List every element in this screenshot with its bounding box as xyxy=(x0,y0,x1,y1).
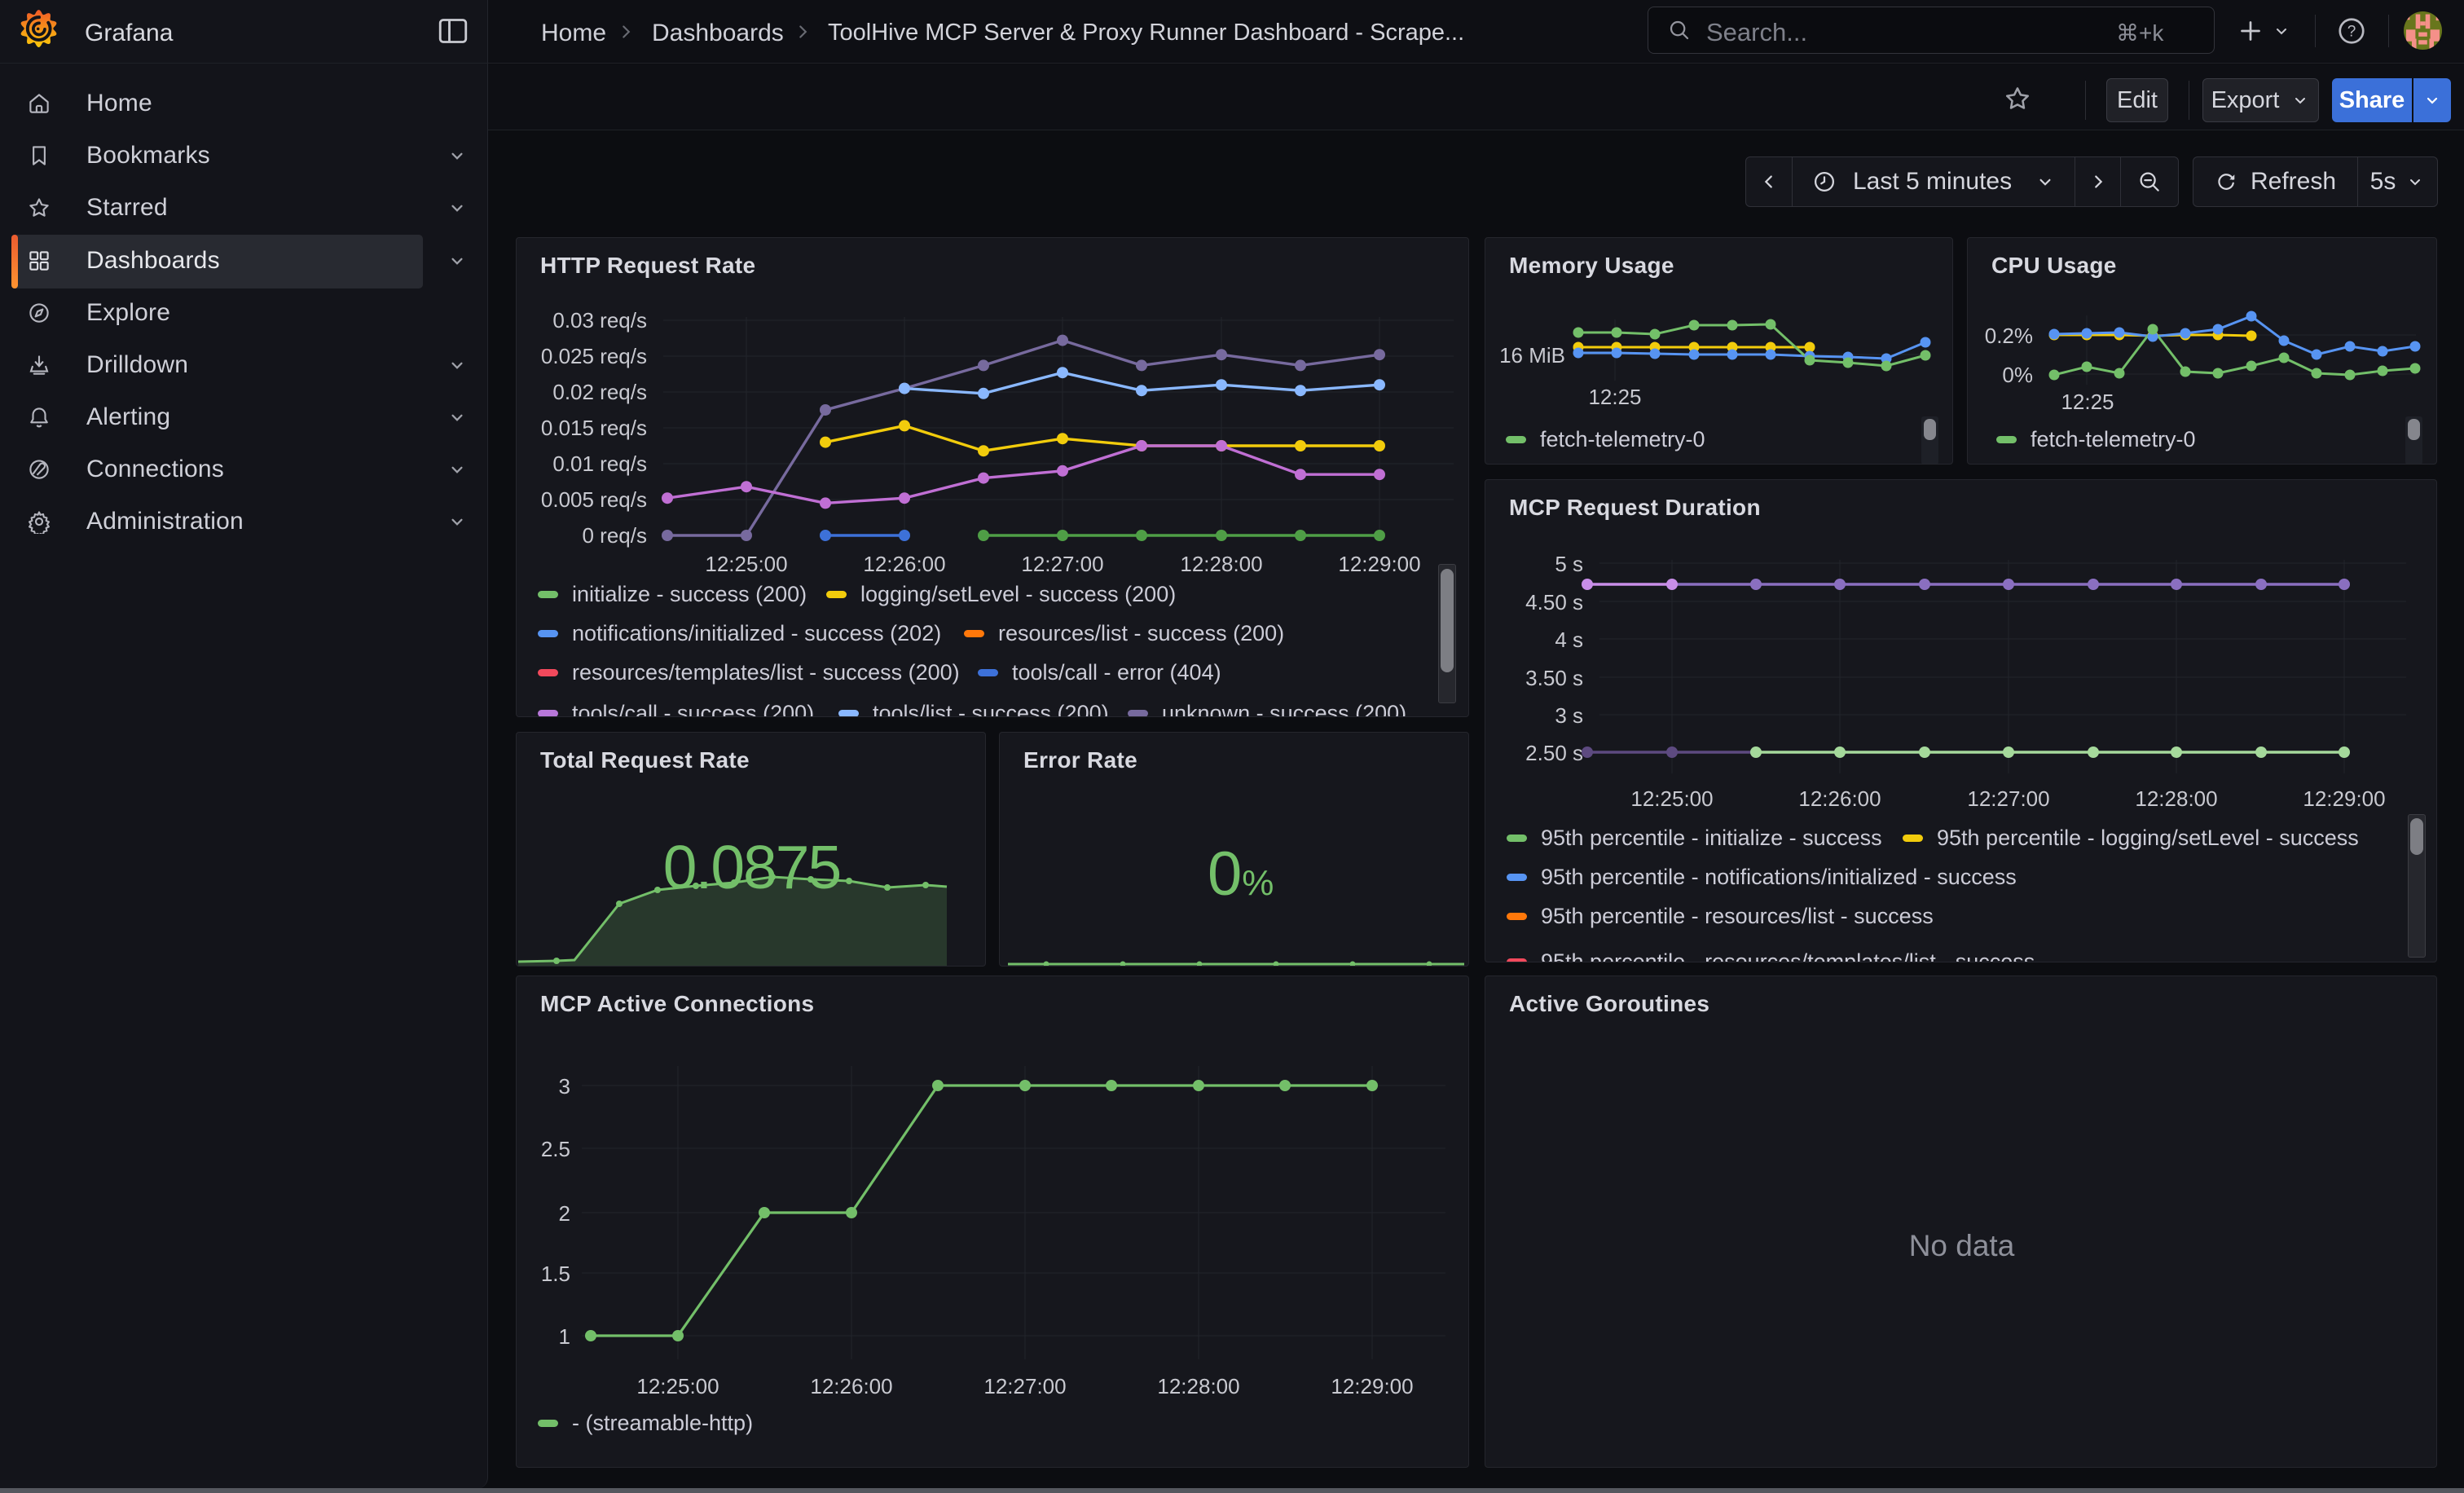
svg-text:12:25: 12:25 xyxy=(2061,390,2114,414)
svg-text:2.50 s: 2.50 s xyxy=(1525,741,1583,765)
svg-text:12:25:00: 12:25:00 xyxy=(705,552,787,576)
svg-text:3.50 s: 3.50 s xyxy=(1525,666,1583,690)
svg-text:12:27:00: 12:27:00 xyxy=(983,1374,1066,1398)
svg-text:12:25: 12:25 xyxy=(1588,385,1641,409)
svg-text:12:29:00: 12:29:00 xyxy=(2303,786,2385,811)
svg-text:0.005 req/s: 0.005 req/s xyxy=(541,487,647,512)
svg-text:12:26:00: 12:26:00 xyxy=(863,552,945,576)
svg-text:12:28:00: 12:28:00 xyxy=(1180,552,1262,576)
svg-text:4.50 s: 4.50 s xyxy=(1525,590,1583,614)
svg-text:12:26:00: 12:26:00 xyxy=(1798,786,1881,811)
svg-text:12:25:00: 12:25:00 xyxy=(636,1374,719,1398)
svg-text:5 s: 5 s xyxy=(1555,552,1583,576)
svg-text:0 req/s: 0 req/s xyxy=(583,523,648,548)
svg-text:12:29:00: 12:29:00 xyxy=(1331,1374,1413,1398)
svg-text:12:27:00: 12:27:00 xyxy=(1967,786,2049,811)
svg-text:16 MiB: 16 MiB xyxy=(1499,343,1565,368)
svg-text:12:29:00: 12:29:00 xyxy=(1338,552,1420,576)
svg-text:2: 2 xyxy=(559,1201,570,1226)
svg-text:0.2%: 0.2% xyxy=(1985,324,2033,348)
svg-text:12:28:00: 12:28:00 xyxy=(2135,786,2217,811)
svg-text:1: 1 xyxy=(559,1324,570,1349)
svg-text:3 s: 3 s xyxy=(1555,703,1583,728)
svg-text:?: ? xyxy=(2347,24,2356,41)
svg-text:4 s: 4 s xyxy=(1555,628,1583,652)
svg-text:2.5: 2.5 xyxy=(541,1137,570,1161)
svg-text:1.5: 1.5 xyxy=(541,1262,570,1286)
svg-text:12:25:00: 12:25:00 xyxy=(1630,786,1713,811)
svg-text:0.02 req/s: 0.02 req/s xyxy=(552,380,647,404)
svg-text:3: 3 xyxy=(559,1074,570,1099)
svg-text:0.01 req/s: 0.01 req/s xyxy=(552,451,647,476)
svg-text:0.025 req/s: 0.025 req/s xyxy=(541,344,647,368)
svg-text:12:27:00: 12:27:00 xyxy=(1021,552,1103,576)
svg-text:0%: 0% xyxy=(2002,363,2033,387)
svg-text:0.03 req/s: 0.03 req/s xyxy=(552,308,647,333)
svg-text:0.015 req/s: 0.015 req/s xyxy=(541,416,647,440)
svg-text:12:28:00: 12:28:00 xyxy=(1157,1374,1239,1398)
svg-text:12:26:00: 12:26:00 xyxy=(810,1374,892,1398)
